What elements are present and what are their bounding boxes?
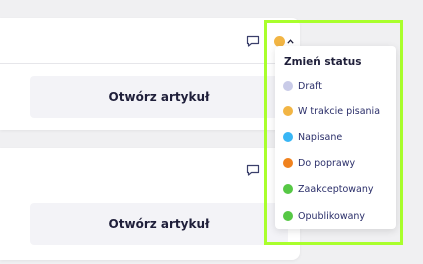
article-card: Otwórz artykuł: [0, 18, 300, 130]
status-option-in-progress[interactable]: W trakcie pisania: [283, 103, 380, 119]
status-menu-title: Zmień status: [284, 56, 362, 68]
status-option-draft[interactable]: Draft: [283, 78, 322, 94]
status-option-written[interactable]: Napisane: [283, 129, 342, 145]
status-color-dot: [283, 81, 293, 91]
card-divider: [0, 63, 300, 64]
article-card: Otwórz artykuł: [0, 148, 300, 260]
status-option-accepted[interactable]: Zaakceptowany: [283, 181, 374, 197]
status-color-dot: [283, 184, 293, 194]
open-article-button[interactable]: Otwórz artykuł: [30, 76, 288, 118]
status-option-label: Do poprawy: [298, 157, 356, 169]
status-option-to-fix[interactable]: Do poprawy: [283, 155, 355, 171]
comment-icon[interactable]: [246, 164, 260, 176]
status-option-label: Opublikowany: [298, 210, 366, 222]
open-article-button[interactable]: Otwórz artykuł: [30, 203, 288, 245]
status-dropdown: Zmień status Draft W trakcie pisania Nap…: [275, 46, 396, 229]
status-color-dot: [283, 106, 293, 116]
status-color-dot: [283, 211, 293, 221]
status-option-label: Draft: [298, 80, 322, 92]
status-color-dot: [283, 158, 293, 168]
status-option-label: Zaakceptowany: [298, 183, 374, 195]
comment-icon[interactable]: [246, 35, 260, 47]
status-color-dot: [283, 132, 293, 142]
status-option-published[interactable]: Opublikowany: [283, 208, 365, 224]
status-option-label: W trakcie pisania: [298, 105, 381, 117]
status-option-label: Napisane: [298, 131, 343, 143]
